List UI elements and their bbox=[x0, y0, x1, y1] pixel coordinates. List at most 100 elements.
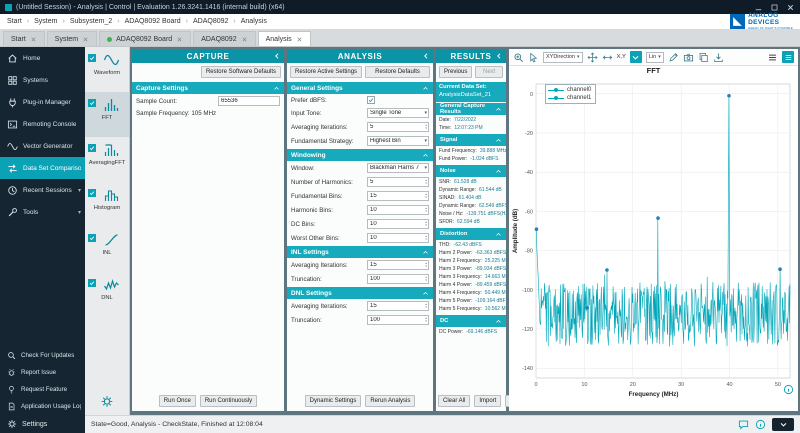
general-settings-section[interactable]: General Settings bbox=[287, 82, 433, 94]
axis-mode-icon[interactable] bbox=[630, 51, 642, 63]
legend-item[interactable]: channel0 bbox=[548, 86, 591, 94]
run-continuously-button[interactable]: Run Continuously bbox=[200, 395, 257, 407]
status-info-icon[interactable] bbox=[755, 419, 766, 430]
restore-software-defaults-button[interactable]: Restore Software Defaults bbox=[201, 66, 281, 78]
field-control[interactable]: 100▴▾ bbox=[367, 274, 429, 284]
sidebar-item[interactable]: Check For Updates bbox=[0, 347, 85, 364]
tab-close-icon[interactable] bbox=[82, 36, 89, 43]
tab[interactable]: ADAQ8092 bbox=[193, 31, 255, 46]
run-once-button[interactable]: Run Once bbox=[159, 395, 196, 407]
field-control[interactable]: Blackman Harris 7▾ bbox=[367, 163, 429, 173]
spinner-icon[interactable]: ▴▾ bbox=[425, 193, 427, 199]
field-control[interactable]: 100▴▾ bbox=[367, 315, 429, 325]
tab-close-icon[interactable] bbox=[176, 36, 183, 43]
horizontal-arrows-icon[interactable] bbox=[602, 52, 613, 63]
general-capture-results-section[interactable]: General Capture Results bbox=[436, 103, 506, 115]
field-control[interactable]: 15▴▾ bbox=[367, 191, 429, 201]
spinner-icon[interactable]: ▴▾ bbox=[425, 235, 427, 241]
rerun-analysis-button[interactable]: Rerun Analysis bbox=[365, 395, 415, 407]
field-control[interactable]: 15▴▾ bbox=[367, 301, 429, 311]
spinner-icon[interactable]: ▴▾ bbox=[425, 179, 427, 185]
tab-close-icon[interactable] bbox=[296, 36, 303, 43]
spinner-icon[interactable]: ▴▾ bbox=[425, 207, 427, 213]
plugin-item[interactable]: Waveform bbox=[85, 47, 129, 92]
field-control[interactable]: 10▴▾ bbox=[367, 233, 429, 243]
field-control[interactable]: Single Tone▾ bbox=[367, 108, 429, 118]
windowing-section[interactable]: Windowing bbox=[287, 149, 433, 161]
chart-menu-icon[interactable] bbox=[767, 52, 778, 63]
plugin-item[interactable]: AveragingFFT bbox=[85, 137, 129, 182]
sidebar-item[interactable]: Report Issue bbox=[0, 364, 85, 381]
breadcrumb-item[interactable]: System bbox=[22, 18, 58, 25]
tab-close-icon[interactable] bbox=[241, 36, 248, 43]
sidebar-item[interactable]: Data Set Comparison ▾ bbox=[0, 157, 85, 179]
field-control[interactable]: 10▴▾ bbox=[367, 219, 429, 229]
close-icon[interactable] bbox=[786, 3, 795, 12]
plugin-checkbox[interactable] bbox=[88, 234, 96, 242]
tab[interactable]: ADAQ8092 Board bbox=[99, 31, 191, 46]
sidebar-item[interactable]: Recent Sessions ▾ bbox=[0, 179, 85, 201]
status-expand-button[interactable] bbox=[772, 418, 794, 431]
maximize-icon[interactable] bbox=[770, 3, 779, 12]
pan-icon[interactable] bbox=[587, 52, 598, 63]
sidebar-settings[interactable]: Settings bbox=[0, 415, 85, 433]
chart-panel-toggle-icon[interactable] bbox=[782, 51, 794, 63]
sidebar-item[interactable]: Vector Generator ▾ bbox=[0, 135, 85, 157]
dynamic-settings-button[interactable]: Dynamic Settings bbox=[305, 395, 362, 407]
zoom-in-icon[interactable] bbox=[513, 52, 524, 63]
plugin-checkbox[interactable] bbox=[88, 279, 96, 287]
fft-plot[interactable]: 0-20-40-60-80-100-120-14001020304050 Amp… bbox=[509, 76, 798, 411]
sidebar-item[interactable]: Home ▾ bbox=[0, 47, 85, 69]
spinner-icon[interactable]: ▴▾ bbox=[425, 262, 427, 268]
spinner-icon[interactable]: ▴▾ bbox=[425, 221, 427, 227]
plugin-item[interactable]: FFT bbox=[85, 92, 129, 137]
cursor-icon[interactable] bbox=[528, 52, 539, 63]
field-control[interactable]: Highest Bin▾ bbox=[367, 136, 429, 146]
tab[interactable]: Start bbox=[3, 31, 45, 46]
plugin-settings-gear-icon[interactable] bbox=[101, 395, 114, 408]
breadcrumb-item[interactable]: ADAQ8092 bbox=[181, 18, 229, 25]
plugin-checkbox[interactable] bbox=[88, 144, 96, 152]
plugin-item[interactable]: DNL bbox=[85, 272, 129, 317]
next-button[interactable]: Next bbox=[475, 66, 503, 78]
plugin-item[interactable]: INL bbox=[85, 227, 129, 272]
field-checkbox[interactable] bbox=[367, 96, 375, 104]
collapse-panel-icon[interactable] bbox=[495, 52, 503, 60]
plugin-checkbox[interactable] bbox=[88, 189, 96, 197]
restore-active-settings-button[interactable]: Restore Active Settings bbox=[290, 66, 362, 78]
plugin-item[interactable]: Histogram bbox=[85, 182, 129, 227]
previous-button[interactable]: Previous bbox=[439, 66, 472, 78]
breadcrumb-item[interactable]: ADAQ8092 Board bbox=[112, 18, 180, 25]
xy-direction-select[interactable]: XYDirection ▾ bbox=[543, 52, 583, 63]
signal-section[interactable]: Signal bbox=[436, 134, 506, 146]
copy-icon[interactable] bbox=[698, 52, 709, 63]
plugin-checkbox[interactable] bbox=[88, 54, 96, 62]
info-icon[interactable] bbox=[783, 384, 794, 395]
camera-icon[interactable] bbox=[683, 52, 694, 63]
collapse-panel-icon[interactable] bbox=[273, 52, 281, 60]
spinner-icon[interactable]: ▴▾ bbox=[425, 276, 427, 282]
field-control[interactable]: 15▴▾ bbox=[367, 260, 429, 270]
sidebar-item[interactable]: Application Usage Logging bbox=[0, 398, 85, 415]
restore-defaults-button[interactable]: Restore Defaults bbox=[365, 66, 430, 78]
field-control[interactable] bbox=[367, 96, 429, 104]
sidebar-item[interactable]: Request Feature bbox=[0, 381, 85, 398]
feedback-chat-icon[interactable] bbox=[738, 419, 749, 430]
sample-count-input[interactable] bbox=[218, 96, 280, 106]
tab[interactable]: Analysis bbox=[258, 31, 311, 46]
spinner-icon[interactable]: ▴▾ bbox=[425, 124, 427, 130]
dnl-settings-section[interactable]: DNL Settings bbox=[287, 287, 433, 299]
collapse-panel-icon[interactable] bbox=[422, 52, 430, 60]
lin-scale-select[interactable]: Lin ▾ bbox=[646, 52, 664, 63]
sidebar-item[interactable]: Plug-in Manager ▾ bbox=[0, 91, 85, 113]
breadcrumb-item[interactable]: Subsystem_2 bbox=[57, 18, 112, 25]
capture-settings-section[interactable]: Capture Settings bbox=[132, 82, 284, 94]
plugin-checkbox[interactable] bbox=[88, 99, 96, 107]
field-control[interactable]: 5▴▾ bbox=[367, 177, 429, 187]
minimize-icon[interactable] bbox=[754, 3, 763, 12]
field-control[interactable]: 10▴▾ bbox=[367, 205, 429, 215]
import-button[interactable]: Import bbox=[474, 395, 501, 407]
tab[interactable]: System bbox=[47, 31, 97, 46]
field-control[interactable]: 5▴▾ bbox=[367, 122, 429, 132]
breadcrumb-item[interactable]: Analysis bbox=[228, 18, 266, 25]
